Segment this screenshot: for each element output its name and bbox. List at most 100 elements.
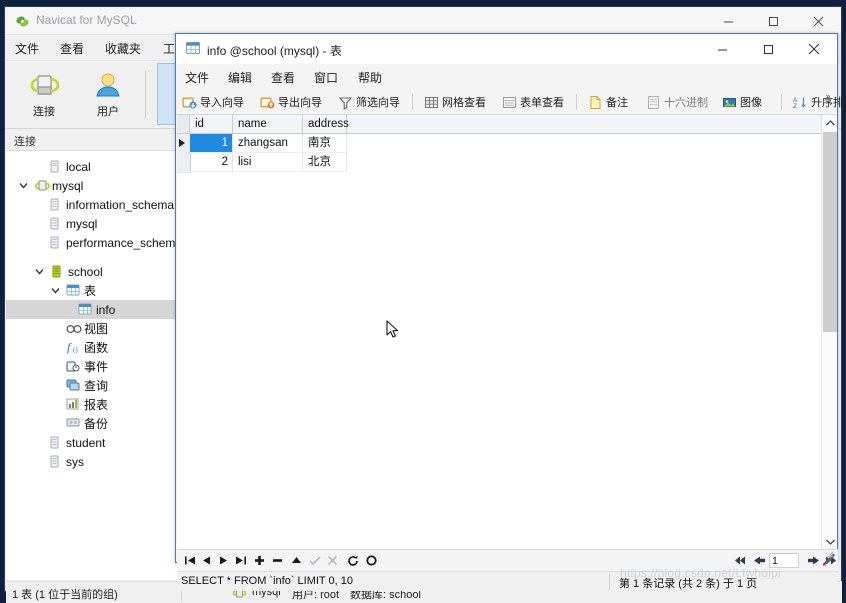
hex-button[interactable]: 十六进制	[646, 93, 708, 111]
server-icon	[48, 160, 62, 174]
cell-id[interactable]: 2	[190, 153, 233, 172]
status-divider	[609, 574, 610, 590]
form-view-icon	[502, 95, 517, 110]
data-grid[interactable]: id name address 1 zhangsan 南京 2 lisi 北京	[177, 115, 822, 549]
import-wizard-button[interactable]: 导入向导	[182, 93, 244, 111]
tree-item-label: 表	[84, 284, 97, 298]
add-record-button[interactable]	[252, 553, 267, 568]
scroll-up-icon[interactable]	[822, 115, 838, 131]
tree-item-sys[interactable]: sys	[6, 452, 179, 471]
image-button[interactable]: 图像	[722, 93, 762, 111]
cell-name[interactable]: lisi	[233, 153, 303, 172]
child-close-button[interactable]	[791, 34, 837, 64]
child-menu-item-window[interactable]: 窗口	[314, 69, 338, 86]
connection-toolbar-button[interactable]: 连接	[13, 67, 75, 123]
resize-grip[interactable]	[823, 548, 835, 560]
grid-view-button[interactable]: 网格查看	[424, 93, 486, 111]
next-record-button[interactable]	[216, 553, 231, 568]
delete-record-button[interactable]	[270, 553, 285, 568]
tree-item-label: performance_schema	[66, 235, 179, 250]
toolbar-separator	[412, 94, 413, 110]
user-toolbar-button[interactable]: 用户	[77, 67, 139, 123]
tree-item-tables-folder[interactable]: 表	[6, 281, 179, 300]
row-gutter-current[interactable]	[177, 134, 191, 154]
child-title-bar[interactable]: info @school (mysql) - 表	[176, 34, 837, 64]
child-menu-item-help[interactable]: 帮助	[358, 69, 382, 86]
main-minimize-button[interactable]	[706, 7, 751, 35]
child-menu-item-view[interactable]: 查看	[271, 69, 295, 86]
main-title-bar[interactable]: Navicat for MySQL	[5, 7, 841, 35]
connections-pane-title: 连接	[14, 136, 36, 148]
tree-item-label: 报表	[84, 398, 109, 412]
grid-column-header-id[interactable]: id	[190, 115, 233, 133]
cell-address[interactable]: 北京	[303, 153, 347, 172]
grid-column-header-address[interactable]: address	[303, 115, 349, 133]
tree-item-views[interactable]: 视图	[6, 319, 179, 338]
stop-button[interactable]	[364, 553, 379, 568]
main-maximize-button[interactable]	[751, 7, 796, 35]
tree-item-label: 备份	[84, 417, 109, 431]
tree-item-information-schema[interactable]: information_schema	[6, 195, 179, 214]
main-close-button[interactable]	[796, 7, 841, 35]
tree-item-queries[interactable]: 查询	[6, 376, 179, 395]
main-menu-item-view[interactable]: 查看	[60, 40, 84, 57]
grid-column-header-name[interactable]: name	[233, 115, 303, 133]
table-row[interactable]: 1 zhangsan 南京	[177, 134, 822, 154]
memo-icon	[588, 95, 603, 110]
filter-wizard-button[interactable]: 筛选向导	[338, 93, 400, 111]
grid-vertical-scrollbar[interactable]	[821, 115, 837, 549]
cell-id[interactable]: 1	[190, 134, 233, 153]
cancel-button[interactable]	[325, 553, 340, 568]
first-record-button[interactable]	[182, 553, 197, 568]
query-icon	[66, 379, 80, 393]
main-menu-item-file[interactable]: 文件	[15, 40, 39, 57]
chevron-down-icon[interactable]	[50, 285, 62, 297]
watermark-text: https://blog.csdn.net/Lfwhoipi	[620, 566, 781, 580]
sort-asc-button[interactable]: AZ 升序排序	[793, 93, 846, 111]
sort-asc-icon: AZ	[793, 95, 808, 110]
connection-toolbar-label: 连接	[33, 106, 55, 118]
child-menu-item-edit[interactable]: 编辑	[228, 69, 252, 86]
child-menu-item-file[interactable]: 文件	[185, 69, 209, 86]
tree-item-backups[interactable]: 备份	[6, 414, 179, 433]
table-row[interactable]: 2 lisi 北京	[177, 153, 822, 173]
form-view-button[interactable]: 表单查看	[502, 93, 564, 111]
chevron-down-icon[interactable]	[34, 266, 46, 278]
confirm-button[interactable]	[307, 553, 322, 568]
tree-item-label: 事件	[84, 360, 109, 374]
last-record-button[interactable]	[233, 553, 248, 568]
row-gutter[interactable]	[177, 153, 191, 173]
child-maximize-button[interactable]	[745, 34, 791, 64]
export-wizard-button[interactable]: 导出向导	[260, 93, 322, 111]
screen: Navicat for MySQL 文件 查看 收藏夹 工具	[0, 0, 846, 603]
chevron-down-icon[interactable]	[18, 180, 30, 192]
tree-item-performance-schema[interactable]: performance_schema	[6, 233, 179, 252]
cell-name[interactable]: zhangsan	[233, 134, 303, 153]
apply-change-button[interactable]	[289, 553, 304, 568]
child-minimize-button[interactable]	[699, 34, 745, 64]
scroll-down-icon[interactable]	[822, 533, 838, 549]
tree-item-reports[interactable]: 报表	[6, 395, 179, 414]
refresh-button[interactable]	[345, 553, 360, 568]
tree-item-info-table[interactable]: info	[6, 300, 179, 319]
tree-item-mysql-connection[interactable]: mysql	[6, 176, 179, 195]
cell-address[interactable]: 南京	[303, 134, 347, 153]
tree-item-label: information_schema	[66, 197, 175, 212]
tree-item-school[interactable]: school	[6, 262, 179, 281]
tree-item-functions[interactable]: f() 函数	[6, 338, 179, 357]
export-wizard-label: 导出向导	[278, 97, 322, 109]
scrollbar-thumb[interactable]	[823, 132, 837, 332]
tree-item-events[interactable]: 事件	[6, 357, 179, 376]
tree-item-label: school	[68, 264, 103, 279]
main-menu-item-favorites[interactable]: 收藏夹	[105, 40, 141, 57]
database-icon	[48, 217, 62, 231]
tree-item-local[interactable]: local	[6, 157, 179, 176]
memo-button[interactable]: 备注	[588, 93, 628, 111]
tree-item-mysql-database[interactable]: mysql	[6, 214, 179, 233]
user-icon	[96, 73, 120, 97]
tree-item-student[interactable]: student	[6, 433, 179, 452]
toolbar-overflow-button[interactable]: »	[823, 92, 833, 101]
connections-tree[interactable]: local mysql information_schema mysql per…	[6, 151, 179, 580]
previous-record-button[interactable]	[199, 553, 214, 568]
table-icon	[78, 303, 92, 317]
